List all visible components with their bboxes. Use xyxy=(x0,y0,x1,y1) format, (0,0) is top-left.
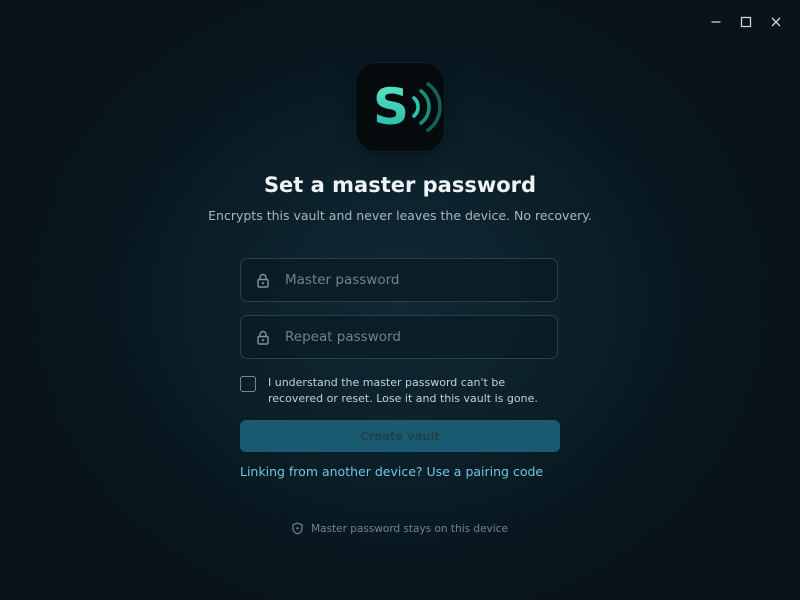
master-password-field[interactable] xyxy=(240,258,558,302)
close-icon[interactable] xyxy=(764,12,788,32)
repeat-password-input[interactable] xyxy=(285,316,557,358)
signal-waves-icon: S xyxy=(373,78,442,136)
lock-icon xyxy=(257,273,271,288)
acknowledge-row: I understand the master password can't b… xyxy=(240,375,560,407)
master-password-input[interactable] xyxy=(285,259,557,301)
minimize-icon[interactable] xyxy=(704,12,728,32)
repeat-password-field[interactable] xyxy=(240,315,558,359)
shield-icon xyxy=(292,522,303,535)
page-subtitle: Encrypts this vault and never leaves the… xyxy=(208,208,592,223)
footer-note: Master password stays on this device xyxy=(0,522,800,535)
page-title: Set a master password xyxy=(263,173,537,197)
acknowledge-checkbox[interactable] xyxy=(240,376,256,392)
acknowledge-label: I understand the master password can't b… xyxy=(268,376,538,405)
window-controls xyxy=(704,12,788,32)
lock-icon xyxy=(257,330,271,345)
app-logo: S xyxy=(356,63,444,151)
footer-note-text: Master password stays on this device xyxy=(311,522,508,535)
pairing-code-link[interactable]: Linking from another device? Use a pairi… xyxy=(240,464,543,479)
create-vault-button[interactable]: Create vault xyxy=(240,420,560,452)
logo-letter: S xyxy=(373,78,409,136)
maximize-icon[interactable] xyxy=(734,12,758,32)
